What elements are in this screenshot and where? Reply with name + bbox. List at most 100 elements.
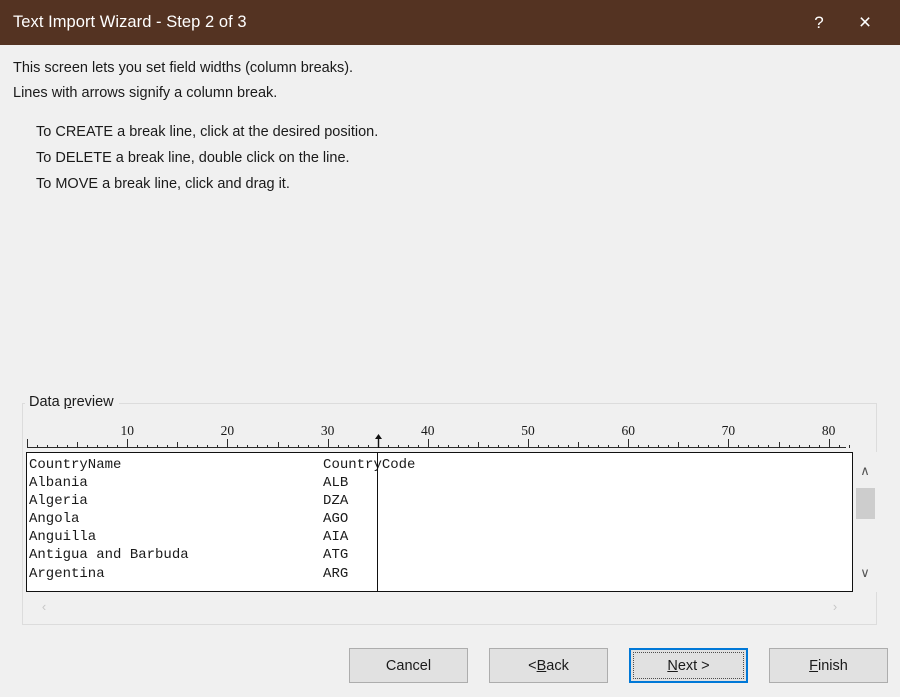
ruler-tick [27, 439, 28, 448]
ruler-tick [317, 445, 319, 448]
close-icon[interactable]: × [842, 0, 888, 45]
cancel-button[interactable]: Cancel [349, 648, 468, 683]
ruler-tick [768, 445, 770, 448]
ruler-baseline [27, 447, 846, 448]
ruler-tick [828, 439, 830, 448]
data-preview-label: Data preview [25, 394, 119, 410]
ruler-tick [658, 445, 660, 448]
scroll-left-icon[interactable]: ‹ [33, 594, 55, 618]
ruler-tick [277, 442, 279, 448]
ruler-tick [778, 442, 780, 448]
ruler-tick [568, 445, 570, 448]
ruler-tick [598, 445, 600, 448]
preview-row: CountryName CountryCode [29, 457, 416, 473]
ruler-tick [367, 445, 369, 448]
back-button[interactable]: < Back [489, 648, 608, 683]
ruler-tick [207, 445, 209, 448]
ruler-tick [437, 445, 439, 448]
ruler-tick [818, 445, 820, 448]
next-button[interactable]: Next > [629, 648, 748, 683]
ruler-tick [517, 445, 519, 448]
preview-row: Albania ALB [29, 475, 349, 492]
column-break-arrow-icon[interactable] [374, 434, 383, 448]
dialog-button-row: Cancel < Back Next > Finish [0, 648, 900, 683]
preview-vertical-scrollbar[interactable]: ∧ ∨ [853, 452, 877, 592]
ruler-tick [848, 445, 850, 448]
column-break-line[interactable] [376, 453, 378, 591]
next-button-suffix: ext > [677, 657, 710, 674]
ruler-tick-label: 60 [621, 423, 635, 438]
ruler-tick [327, 439, 329, 448]
window-title: Text Import Wizard - Step 2 of 3 [13, 13, 247, 31]
finish-button[interactable]: Finish [769, 648, 888, 683]
ruler-tick [267, 445, 269, 448]
ruler-tick [67, 445, 69, 448]
ruler-tick [738, 445, 740, 448]
ruler-tick [297, 445, 299, 448]
ruler-tick-label: 80 [821, 423, 836, 438]
ruler-tick [137, 445, 139, 448]
preview-row: Anguilla AIA [29, 529, 349, 546]
ruler-tick [718, 445, 720, 448]
ruler-tick [538, 445, 540, 448]
ruler-tick [47, 445, 49, 448]
ruler-tick [507, 445, 509, 448]
ruler-tick-label: 30 [320, 423, 335, 438]
ruler-tick [688, 445, 690, 448]
ruler-tick [307, 445, 309, 448]
preview-horizontal-scrollbar[interactable]: ‹ › [26, 594, 853, 618]
ruler-tick [427, 439, 429, 448]
ruler-tick [417, 445, 419, 448]
ruler-tick-label: 40 [421, 423, 435, 438]
ruler-tick [237, 445, 239, 448]
ruler-tick [337, 445, 339, 448]
back-button-suffix: ack [546, 657, 569, 674]
ruler-tick [247, 445, 249, 448]
scroll-up-icon[interactable]: ∧ [853, 460, 877, 482]
ruler-tick [347, 445, 349, 448]
ruler-tick [97, 445, 99, 448]
ruler-tick [648, 445, 650, 448]
ruler-tick [147, 445, 149, 448]
ruler-tick [457, 445, 459, 448]
preview-row: Angola AGO [29, 511, 349, 528]
preview-row: Algeria DZA [29, 493, 349, 510]
ruler-tick [838, 445, 840, 448]
instruction-line-1: This screen lets you set field widths (c… [13, 60, 354, 76]
instruction-move: To MOVE a break line, click and drag it. [36, 176, 290, 192]
ruler-tick [528, 439, 529, 448]
instruction-delete: To DELETE a break line, double click on … [36, 150, 350, 166]
legend-mnemonic: p [63, 394, 72, 410]
ruler-tick [87, 445, 89, 448]
back-button-prefix: < [528, 657, 537, 674]
ruler-tick [107, 445, 109, 448]
ruler-tick [668, 445, 670, 448]
preview-text-pane[interactable]: CountryName CountryCode Albania ALB Algeri… [26, 452, 853, 592]
ruler-tick [558, 445, 560, 448]
ruler-tick [497, 445, 499, 448]
preview-row: Argentina ARG [29, 565, 349, 582]
help-icon[interactable]: ? [796, 0, 842, 45]
ruler-tick [708, 445, 710, 448]
ruler-tick [467, 445, 469, 448]
ruler-tick [678, 442, 680, 448]
ruler-tick [487, 445, 489, 448]
ruler-tick [407, 445, 409, 448]
ruler-tick [127, 439, 129, 448]
ruler-tick [638, 445, 640, 448]
ruler-tick [578, 442, 580, 448]
cancel-button-prefix: Cancel [385, 657, 432, 674]
ruler-tick [167, 445, 169, 448]
instruction-block: This screen lets you set field widths (c… [0, 45, 900, 197]
ruler-tick [77, 442, 79, 448]
ruler-tick [387, 445, 389, 448]
instruction-create: To CREATE a break line, click at the des… [36, 124, 379, 140]
scroll-right-icon[interactable]: › [824, 594, 846, 618]
ruler-tick [798, 445, 800, 448]
column-ruler[interactable]: 10 20 30 40 50 60 70 80 [26, 423, 851, 448]
ruler-tick [548, 445, 550, 448]
vertical-scrollbar-thumb[interactable] [856, 488, 875, 519]
scroll-down-icon[interactable]: ∨ [853, 562, 877, 584]
ruler-tick [57, 445, 59, 448]
title-bar: Text Import Wizard - Step 2 of 3 ? × [0, 0, 900, 45]
